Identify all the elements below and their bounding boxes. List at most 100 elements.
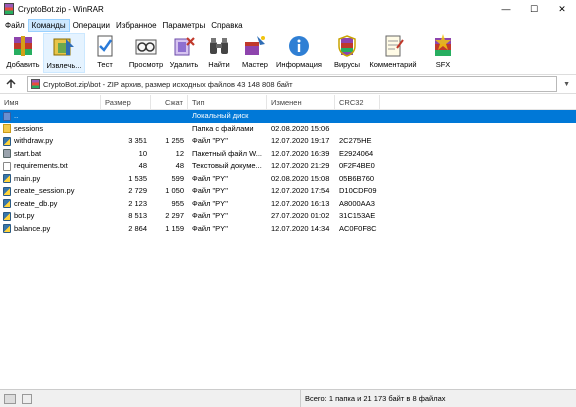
table-row[interactable]: sessions Папка с файлами 02.08.2020 15:0… — [0, 123, 576, 136]
file-crc: AC0F0F8C — [339, 223, 377, 233]
file-size — [101, 110, 151, 123]
menu-help[interactable]: Справка — [208, 19, 245, 32]
file-size: 1 535 — [128, 173, 147, 183]
parent-folder-icon — [3, 111, 11, 121]
sfx-button[interactable]: SFX — [425, 33, 461, 73]
table-row[interactable]: create_db.py 2 123 955 Файл "PY" 12.07.2… — [0, 198, 576, 211]
file-type: Файл "PY" — [192, 186, 228, 195]
test-button-label: Тест — [97, 60, 113, 69]
column-header-type[interactable]: Тип — [188, 95, 267, 110]
table-row[interactable]: requirements.txt 48 48 Текстовый докуме.… — [0, 160, 576, 173]
file-modified: 12.07.2020 16:39 — [271, 148, 330, 158]
comment-button-label: Комментарий — [369, 60, 417, 69]
up-arrow-icon — [6, 78, 16, 88]
path-dropdown-icon[interactable]: ▼ — [563, 81, 570, 88]
folder-icon — [3, 124, 11, 134]
table-row[interactable]: balance.py 2 864 1 159 Файл "PY" 12.07.2… — [0, 223, 576, 236]
find-button-label: Найти — [208, 60, 230, 69]
extract-button[interactable]: Извлечь... — [43, 33, 85, 73]
wizard-button[interactable]: Мастер — [237, 33, 273, 73]
info-button[interactable]: Информация — [273, 33, 325, 73]
column-header-modified[interactable]: Изменен — [267, 95, 335, 110]
delete-button[interactable]: Удалить — [167, 33, 201, 73]
file-name: sessions — [14, 123, 44, 133]
table-row[interactable]: create_session.py 2 729 1 050 Файл "PY" … — [0, 185, 576, 198]
menu-favorites[interactable]: Избранное — [113, 19, 160, 32]
menu-file[interactable]: Файл — [2, 19, 28, 32]
add-archive-icon — [11, 34, 35, 58]
file-type: Файл "PY" — [192, 223, 228, 233]
table-row[interactable]: bot.py 8 513 2 297 Файл "PY" 27.07.2020 … — [0, 210, 576, 223]
status-left — [0, 390, 300, 407]
file-packed: 2 297 — [165, 211, 184, 220]
title-bar: CryptoBot.zip - WinRAR — ☐ ✕ — [0, 0, 576, 18]
table-row[interactable]: withdraw.py 3 351 1 255 Файл "PY" 12.07.… — [0, 135, 576, 148]
python-file-icon — [3, 174, 11, 184]
find-button[interactable]: Найти — [201, 33, 237, 73]
file-size: 2 864 — [128, 223, 147, 233]
delete-button-label: Удалить — [169, 60, 199, 69]
column-header-name[interactable]: Имя — [0, 95, 101, 110]
file-type: Файл "PY" — [192, 211, 228, 220]
file-type: Файл "PY" — [192, 173, 228, 183]
virus-scan-button[interactable]: Вирусы — [329, 33, 365, 73]
file-modified: 12.07.2020 14:34 — [271, 223, 330, 233]
window-controls: — ☐ ✕ — [492, 0, 576, 18]
minimize-button[interactable]: — — [492, 0, 520, 18]
file-packed: 1 255 — [165, 136, 184, 145]
drive-icon[interactable] — [4, 393, 16, 404]
file-crc — [335, 110, 380, 123]
add-button[interactable]: Добавить — [3, 33, 43, 73]
info-button-label: Информация — [276, 60, 322, 69]
table-row[interactable]: start.bat 10 12 Пакетный файл W... 12.07… — [0, 148, 576, 161]
file-size: 3 351 — [128, 136, 147, 145]
python-file-icon — [3, 224, 11, 234]
file-type: Папка с файлами — [192, 123, 254, 133]
winrar-app-icon[interactable] — [4, 3, 14, 15]
file-modified: 12.07.2020 21:29 — [271, 161, 330, 170]
extract-button-label: Извлечь... — [46, 61, 82, 70]
file-name: create_session.py — [14, 186, 75, 195]
test-button[interactable]: Тест — [85, 33, 125, 73]
table-row-parent[interactable]: .. Локальный диск — [0, 110, 576, 123]
window-title: CryptoBot.zip - WinRAR — [18, 4, 104, 14]
file-list: Имя Размер Сжат Тип Изменен CRC32 .. Лок… — [0, 95, 576, 389]
file-packed: 12 — [175, 148, 184, 158]
file-crc: 0F2F4BE0 — [339, 161, 375, 170]
file-name: main.py — [14, 173, 41, 183]
archive-icon — [31, 79, 40, 89]
file-name: create_db.py — [14, 198, 58, 208]
file-modified — [267, 110, 335, 123]
menu-commands[interactable]: Команды — [27, 19, 70, 32]
batch-file-icon — [3, 149, 11, 159]
column-header-filler — [380, 95, 576, 110]
column-header-packed[interactable]: Сжат — [151, 95, 188, 110]
file-crc: D10CDF09 — [339, 186, 377, 195]
wizard-icon — [243, 34, 267, 58]
virus-scan-icon — [335, 34, 359, 58]
file-type: Локальный диск — [192, 111, 249, 120]
test-icon — [93, 34, 117, 58]
file-modified: 02.08.2020 15:06 — [271, 123, 330, 133]
file-packed: 599 — [171, 173, 184, 183]
menu-options[interactable]: Параметры — [160, 19, 209, 32]
column-header-size[interactable]: Размер — [101, 95, 151, 110]
close-button[interactable]: ✕ — [548, 0, 576, 18]
view-button[interactable]: Просмотр — [125, 33, 167, 73]
file-type: Файл "PY" — [192, 136, 228, 145]
up-folder-button[interactable] — [3, 76, 19, 92]
file-packed — [151, 123, 188, 136]
path-field[interactable]: CryptoBot.zip\bot - ZIP архив, размер ис… — [27, 76, 557, 92]
column-header-crc[interactable]: CRC32 — [335, 95, 380, 110]
file-crc — [335, 123, 380, 136]
table-row[interactable]: main.py 1 535 599 Файл "PY" 02.08.2020 1… — [0, 173, 576, 186]
file-packed: 955 — [171, 198, 184, 208]
sfx-icon — [431, 34, 455, 58]
file-rows: .. Локальный диск sessions Папка с файла… — [0, 110, 576, 235]
python-file-icon — [3, 211, 11, 221]
menu-operations[interactable]: Операции — [70, 19, 113, 32]
maximize-button[interactable]: ☐ — [520, 0, 548, 18]
comment-button[interactable]: Комментарий — [365, 33, 421, 73]
python-file-icon — [3, 136, 11, 146]
file-type: Пакетный файл W... — [192, 148, 262, 158]
